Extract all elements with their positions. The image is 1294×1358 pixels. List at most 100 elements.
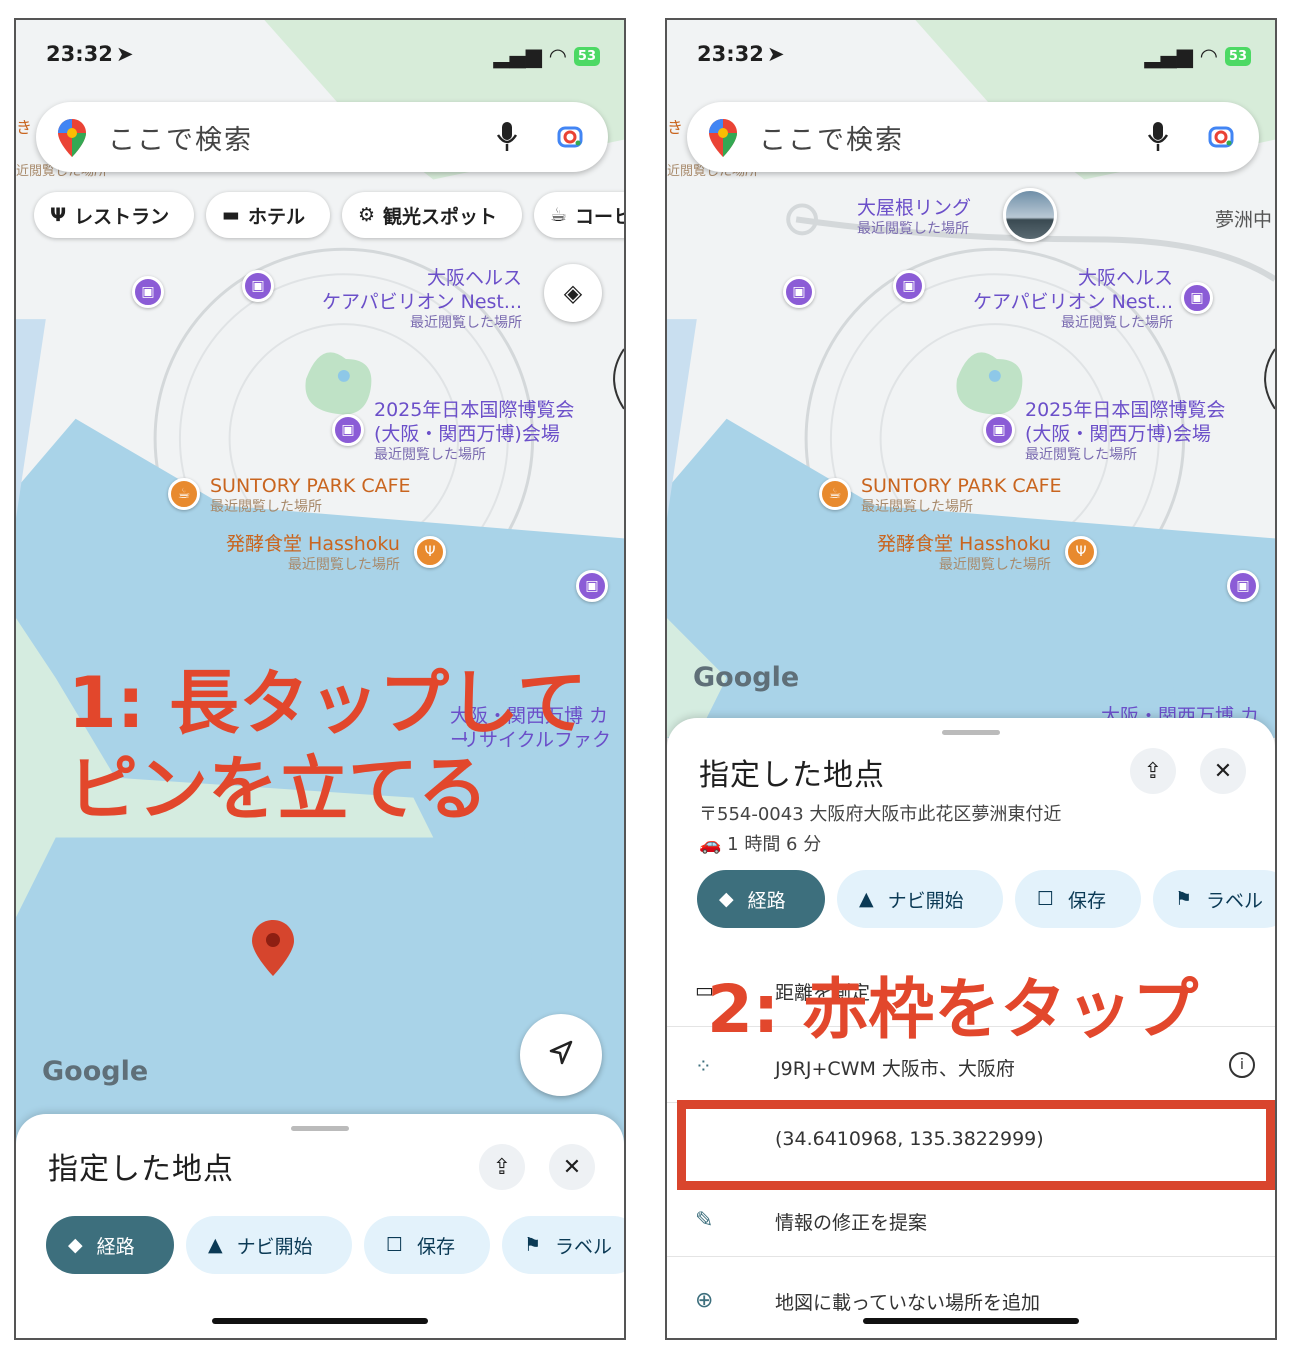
poi-oyane-ring-label[interactable]: 大屋根リング 最近閲覧した場所 xyxy=(857,196,971,238)
suggest-edit-row[interactable]: ✎ 情報の修正を提案 xyxy=(667,1184,1275,1257)
poi-icon[interactable]: ▣ xyxy=(576,570,608,602)
chip-sightseeing[interactable]: ⚙ 観光スポット xyxy=(342,192,522,238)
poi-expo-icon[interactable]: ▣ xyxy=(332,414,364,446)
chip-restaurant[interactable]: Ψ レストラン xyxy=(34,192,194,238)
coffee-icon: ☕ xyxy=(550,204,568,226)
poi-cafe-label[interactable]: SUNTORY PARK CAFE 最近閲覧した場所 xyxy=(210,474,411,516)
save-button[interactable]: ☐ 保存 xyxy=(364,1216,490,1274)
close-button[interactable]: ✕ xyxy=(1200,748,1246,794)
save-button[interactable]: ☐ 保存 xyxy=(1015,870,1141,928)
layers-button[interactable]: ◈ xyxy=(544,264,602,322)
layers-icon: ◈ xyxy=(563,279,583,307)
action-row: ◆ 経路 ▲ ナビ開始 ☐ 保存 ⚑ ラベル xyxy=(46,1216,624,1274)
signal-icon: ▂▄▆ xyxy=(493,44,542,68)
drive-time: 🚗 1 時間 6 分 xyxy=(699,834,822,855)
poi-hasshoku-label[interactable]: 発酵食堂 Hasshoku 最近閲覧した場所 xyxy=(226,532,400,574)
close-button[interactable]: ✕ xyxy=(549,1144,595,1190)
status-bar: 23:32 ➤ ▂▄▆ ◠ 53 xyxy=(46,42,600,72)
maps-pin-icon xyxy=(709,119,737,161)
location-arrow-icon: ➤ xyxy=(116,42,134,66)
maps-pin-icon xyxy=(58,119,86,161)
label-button[interactable]: ⚑ ラベル xyxy=(502,1216,624,1274)
dropped-pin-icon[interactable] xyxy=(252,920,294,980)
start-navigation-button[interactable]: ▲ ナビ開始 xyxy=(837,870,1003,928)
screenshot-right: 23:32 ➤ ▂▄▆ ◠ 53 き 近閲覧した場所 ここで検索 大屋根リング … xyxy=(665,18,1277,1340)
microphone-icon[interactable] xyxy=(1147,122,1169,156)
navigation-icon: ▲ xyxy=(859,888,874,910)
instruction-step-1: 1: 長タップして ピンを立てる xyxy=(68,662,587,830)
directions-button[interactable]: ◆ 経路 xyxy=(697,870,825,928)
microphone-icon[interactable] xyxy=(496,122,518,156)
cafe-icon[interactable]: ☕ xyxy=(819,478,851,510)
fork-knife-icon: Ψ xyxy=(50,204,67,226)
poi-expo-icon[interactable]: ▣ xyxy=(983,414,1015,446)
share-button[interactable]: ⇪ xyxy=(479,1144,525,1190)
home-indicator xyxy=(212,1318,428,1324)
directions-button[interactable]: ◆ 経路 xyxy=(46,1216,174,1274)
restaurant-icon[interactable]: Ψ xyxy=(414,536,446,568)
poi-expo-label[interactable]: 2025年日本国際博覧会 (大阪・関西万博)会場 最近閲覧した場所 xyxy=(1025,398,1225,464)
add-missing-place-row[interactable]: ⊕ 地図に載っていない場所を追加 xyxy=(667,1264,1275,1336)
my-location-button[interactable] xyxy=(520,1014,602,1096)
yumeshima-label: 夢洲中 xyxy=(1215,209,1273,231)
search-bar[interactable]: ここで検索 xyxy=(36,102,608,172)
poi-icon[interactable]: ▣ xyxy=(242,270,274,302)
battery-icon: 53 xyxy=(573,46,600,66)
poi-nest-label[interactable]: 大阪ヘルス ケアパビリオン Nest... 最近閲覧した場所 xyxy=(316,266,522,332)
status-time: 23:32 xyxy=(46,42,113,66)
chip-hotel[interactable]: ▬ ホテル xyxy=(206,192,330,238)
google-logo: Google xyxy=(693,662,800,693)
pencil-icon: ✎ xyxy=(695,1208,714,1233)
label-button[interactable]: ⚑ ラベル xyxy=(1153,870,1275,928)
close-icon: ✕ xyxy=(562,1154,582,1180)
status-time: 23:32 xyxy=(697,42,764,66)
close-icon: ✕ xyxy=(1213,758,1233,784)
poi-hasshoku-label[interactable]: 発酵食堂 Hasshoku 最近閲覧した場所 xyxy=(877,532,1051,574)
search-placeholder[interactable]: ここで検索 xyxy=(108,118,253,157)
sheet-handle[interactable] xyxy=(291,1126,349,1131)
share-icon: ⇪ xyxy=(492,1154,512,1180)
plus-code-icon: ⁘ xyxy=(695,1054,712,1078)
search-placeholder[interactable]: ここで検索 xyxy=(759,118,904,157)
start-navigation-button[interactable]: ▲ ナビ開始 xyxy=(186,1216,352,1274)
poi-icon[interactable]: ▣ xyxy=(1227,570,1259,602)
home-indicator xyxy=(863,1318,1079,1324)
wifi-icon: ◠ xyxy=(1200,44,1217,68)
place-title: 指定した地点 xyxy=(699,758,885,793)
sheet-handle[interactable] xyxy=(942,730,1000,735)
category-chips: Ψレストラン ▬ホテル ⚙観光スポット ☕コーヒー xyxy=(34,192,624,240)
place-title: 指定した地点 xyxy=(48,1152,234,1187)
poi-icon[interactable]: ▣ xyxy=(132,276,164,308)
search-bar[interactable]: ここで検索 xyxy=(687,102,1259,172)
bed-icon: ▬ xyxy=(222,204,240,226)
directions-icon: ◆ xyxy=(719,888,734,910)
ferris-wheel-icon: ⚙ xyxy=(358,204,376,226)
navigation-arrow-icon xyxy=(547,1039,575,1071)
flag-icon: ⚑ xyxy=(1175,888,1193,910)
info-icon[interactable]: i xyxy=(1229,1052,1255,1078)
add-location-icon: ⊕ xyxy=(695,1288,714,1313)
signal-icon: ▂▄▆ xyxy=(1144,44,1193,68)
map-edge-label: き xyxy=(16,118,33,137)
navigation-icon: ▲ xyxy=(208,1234,223,1256)
cafe-icon[interactable]: ☕ xyxy=(168,478,200,510)
google-lens-icon[interactable] xyxy=(1207,122,1237,156)
place-sheet: 指定した地点 ⇪ ✕ ◆ 経路 ▲ ナビ開始 ☐ 保存 ⚑ ラベル xyxy=(16,1114,624,1338)
location-arrow-icon: ➤ xyxy=(767,42,785,66)
instruction-step-2: 2: 赤枠をタップ xyxy=(707,971,1199,1048)
poi-icon[interactable]: ▣ xyxy=(1181,282,1213,314)
share-button[interactable]: ⇪ xyxy=(1130,748,1176,794)
poi-nest-label[interactable]: 大阪ヘルス ケアパビリオン Nest... 最近閲覧した場所 xyxy=(967,266,1173,332)
poi-cafe-label[interactable]: SUNTORY PARK CAFE 最近閲覧した場所 xyxy=(861,474,1062,516)
screenshot-left: 23:32 ➤ ▂▄▆ ◠ 53 き 近閲覧した場所 ここで検索 Ψ レストラン … xyxy=(14,18,626,1340)
poi-icon[interactable]: ▣ xyxy=(783,276,815,308)
restaurant-icon[interactable]: Ψ xyxy=(1065,536,1097,568)
chip-coffee[interactable]: ☕コーヒー xyxy=(534,192,624,238)
battery-icon: 53 xyxy=(1224,46,1251,66)
photo-thumbnail[interactable] xyxy=(1003,188,1057,242)
poi-icon[interactable]: ▣ xyxy=(893,270,925,302)
poi-expo-label[interactable]: 2025年日本国際博覧会 (大阪・関西万博)会場 最近閲覧した場所 xyxy=(374,398,574,464)
google-lens-icon[interactable] xyxy=(556,122,586,156)
bookmark-icon: ☐ xyxy=(386,1234,404,1256)
bookmark-icon: ☐ xyxy=(1037,888,1055,910)
